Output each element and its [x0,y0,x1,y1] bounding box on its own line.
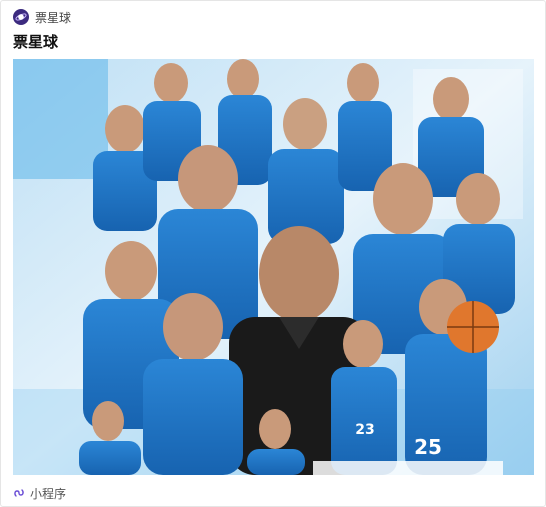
basketball [447,301,499,353]
jersey-number: 23 [355,422,374,438]
source-name: 票星球 [35,10,72,25]
card-footer[interactable]: 小程序 [13,485,66,501]
mini-program-label: 小程序 [30,486,67,501]
card-title: 票星球 [13,33,59,51]
team-poster-image[interactable]: 23 25 [13,59,534,475]
card-header: 票星球 [13,7,71,27]
mini-program-link-icon [13,484,25,503]
planet-logo-icon [13,9,29,25]
jersey-number: 25 [414,435,442,459]
mini-program-card[interactable]: 票星球 票星球 23 25 小程序 [0,0,546,507]
